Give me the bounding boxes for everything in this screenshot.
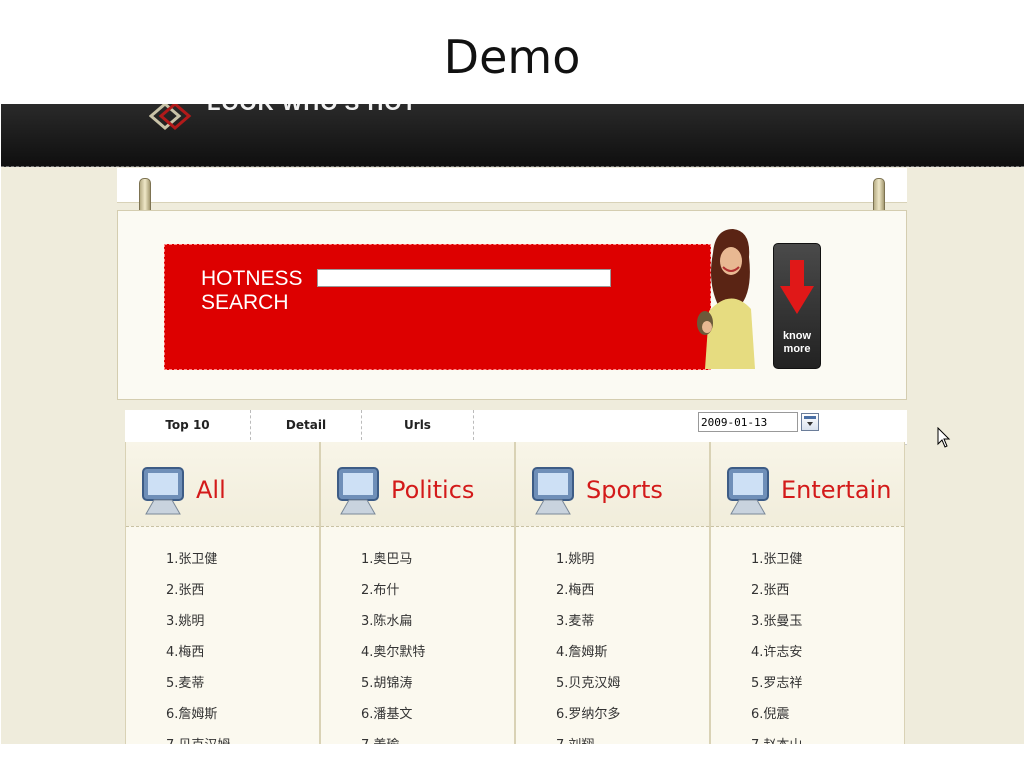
list-item[interactable]: 5.罗志祥 <box>751 668 802 699</box>
list-item[interactable]: 5.贝克汉姆 <box>556 668 620 699</box>
list-item[interactable]: 4.奥尔默特 <box>361 637 425 668</box>
know-more-line1: know <box>782 330 812 342</box>
list-item[interactable]: 4.许志安 <box>751 637 802 668</box>
search-banner: HOTNESS SEARCH <box>164 244 711 370</box>
know-more-label: know more <box>774 330 820 356</box>
know-more-line2: more <box>783 343 811 355</box>
list-item[interactable]: 6.詹姆斯 <box>166 699 230 730</box>
monitor-icon <box>337 467 379 515</box>
list-item[interactable]: 2.张西 <box>751 575 802 606</box>
list-item[interactable]: 6.倪震 <box>751 699 802 730</box>
column-title: Entertain <box>781 476 892 504</box>
hanging-strip <box>117 168 907 203</box>
ranking-list: 1.奥巴马 2.布什 3.陈水扁 4.奥尔默特 5.胡锦涛 6.潘基文 7.姜瑜 <box>361 544 425 744</box>
column-title: All <box>196 476 226 504</box>
list-item[interactable]: 7.刘翔 <box>556 730 620 744</box>
monitor-icon <box>142 467 184 515</box>
category-column-entertain: Entertain 1.张卫健 2.张西 3.张曼玉 4.许志安 5.罗志祥 6… <box>710 442 905 744</box>
search-label-line2: SEARCH <box>201 291 289 314</box>
category-column-all: All 1.张卫健 2.张西 3.姚明 4.梅西 5.麦蒂 6.詹姆斯 7.贝克… <box>125 442 320 744</box>
date-input[interactable] <box>698 412 798 432</box>
ranking-list: 1.张卫健 2.张西 3.姚明 4.梅西 5.麦蒂 6.詹姆斯 7.贝克汉姆 <box>166 544 230 744</box>
column-header: Sports <box>516 442 709 527</box>
monitor-icon <box>532 467 574 515</box>
list-item[interactable]: 2.布什 <box>361 575 425 606</box>
column-title: Politics <box>391 476 475 504</box>
list-item[interactable]: 3.陈水扁 <box>361 606 425 637</box>
list-item[interactable]: 1.奥巴马 <box>361 544 425 575</box>
list-item[interactable]: 5.胡锦涛 <box>361 668 425 699</box>
list-item[interactable]: 1.张卫健 <box>751 544 802 575</box>
arrow-down-icon <box>780 260 814 314</box>
list-item[interactable]: 1.姚明 <box>556 544 620 575</box>
column-header: Politics <box>321 442 514 527</box>
list-item[interactable]: 4.梅西 <box>166 637 230 668</box>
mouse-cursor-icon <box>937 427 951 448</box>
list-item[interactable]: 3.张曼玉 <box>751 606 802 637</box>
category-column-sports: Sports 1.姚明 2.梅西 3.麦蒂 4.詹姆斯 5.贝克汉姆 6.罗纳尔… <box>515 442 710 744</box>
search-label: HOTNESS SEARCH <box>201 267 303 315</box>
list-item[interactable]: 3.姚明 <box>166 606 230 637</box>
column-title: Sports <box>586 476 663 504</box>
column-header: All <box>126 442 319 527</box>
list-item[interactable]: 6.潘基文 <box>361 699 425 730</box>
list-item[interactable]: 3.麦蒂 <box>556 606 620 637</box>
list-item[interactable]: 6.罗纳尔多 <box>556 699 620 730</box>
tab-detail[interactable]: Detail <box>251 410 362 440</box>
know-more-button[interactable]: know more <box>773 243 821 369</box>
list-item[interactable]: 2.张西 <box>166 575 230 606</box>
search-panel: HOTNESS SEARCH know more <box>117 210 907 400</box>
search-label-line1: HOTNESS <box>201 267 303 290</box>
slide-title: Demo <box>443 30 581 84</box>
list-item[interactable]: 4.詹姆斯 <box>556 637 620 668</box>
ranking-list: 1.张卫健 2.张西 3.张曼玉 4.许志安 5.罗志祥 6.倪震 7.赵本山 <box>751 544 802 744</box>
list-item[interactable]: 7.赵本山 <box>751 730 802 744</box>
site-header: LOOK WHO'S HOT <box>1 104 1024 167</box>
list-item[interactable]: 1.张卫健 <box>166 544 230 575</box>
calendar-icon <box>804 416 816 426</box>
search-input[interactable] <box>317 269 611 287</box>
tab-top-10[interactable]: Top 10 <box>125 410 251 440</box>
ranking-list: 1.姚明 2.梅西 3.麦蒂 4.詹姆斯 5.贝克汉姆 6.罗纳尔多 7.刘翔 <box>556 544 620 744</box>
list-item[interactable]: 7.贝克汉姆 <box>166 730 230 744</box>
list-item[interactable]: 2.梅西 <box>556 575 620 606</box>
list-item[interactable]: 7.姜瑜 <box>361 730 425 744</box>
category-columns: All 1.张卫健 2.张西 3.姚明 4.梅西 5.麦蒂 6.詹姆斯 7.贝克… <box>125 442 907 744</box>
web-page: LOOK WHO'S HOT HOTNESS SEARCH <box>1 104 1024 744</box>
list-item[interactable]: 5.麦蒂 <box>166 668 230 699</box>
woman-illustration <box>697 229 755 369</box>
tab-urls[interactable]: Urls <box>362 410 474 440</box>
logo-icon <box>149 104 192 130</box>
logo-text: LOOK WHO'S HOT <box>207 104 417 116</box>
tabs-bar: Top 10 Detail Urls <box>125 410 907 445</box>
monitor-icon <box>727 467 769 515</box>
calendar-button[interactable] <box>801 413 819 431</box>
category-column-politics: Politics 1.奥巴马 2.布什 3.陈水扁 4.奥尔默特 5.胡锦涛 6… <box>320 442 515 744</box>
column-header: Entertain <box>711 442 904 527</box>
